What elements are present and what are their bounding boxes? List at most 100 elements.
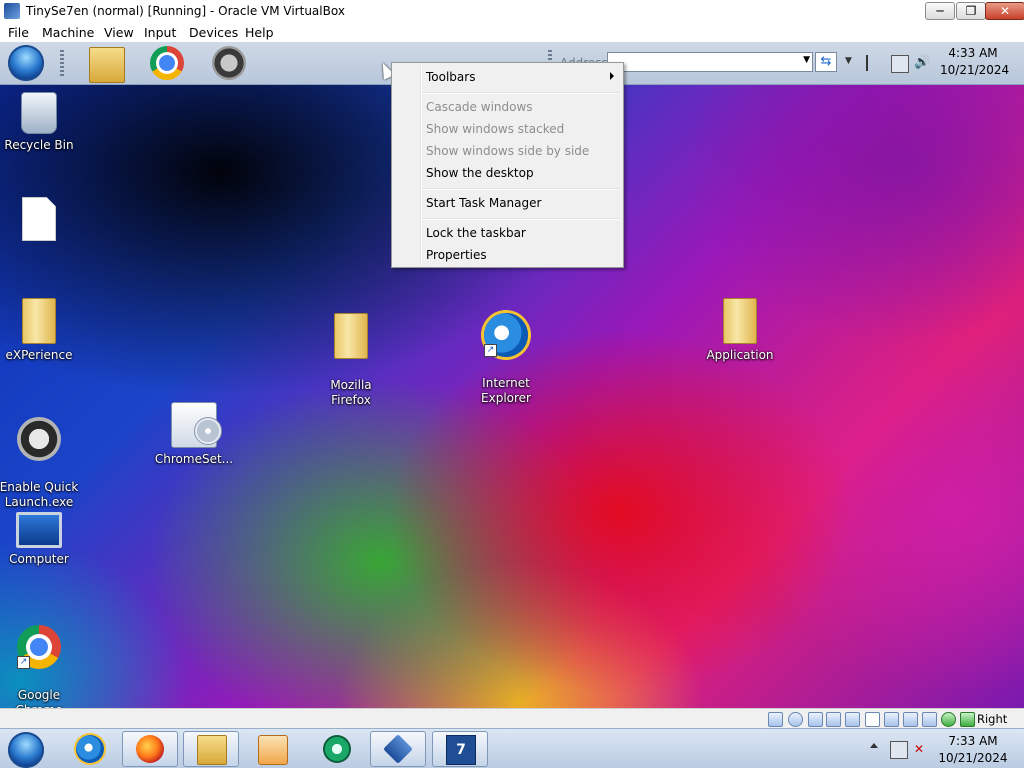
folder-icon[interactable]: [89, 47, 125, 83]
desktop-icon-google-chrome[interactable]: ↗ Google Chrome: [0, 610, 84, 708]
go-button[interactable]: ⇆: [815, 52, 837, 72]
taskbar-button-virtualbox[interactable]: [370, 731, 426, 767]
menu-item-show-windows-stacked[interactable]: Show windows stacked: [426, 122, 564, 136]
taskbar-button-explorer[interactable]: [183, 731, 239, 767]
menu-item-properties[interactable]: Properties: [426, 248, 487, 262]
firefox-icon: [136, 735, 164, 763]
chrome-icon[interactable]: [150, 46, 184, 80]
host-clock[interactable]: 7:33 AM 10/21/2024: [938, 733, 1008, 767]
toolbar-grip[interactable]: [60, 50, 64, 76]
maximize-button[interactable]: ❐: [956, 2, 986, 20]
mouse-integration-icon[interactable]: [941, 712, 956, 727]
menu-item-toolbars[interactable]: Toolbars: [426, 70, 475, 84]
hard-disk-icon[interactable]: [768, 712, 783, 727]
taskbar-button-seven[interactable]: 7: [432, 731, 488, 767]
desktop-icon-chromesetup[interactable]: ChromeSet...: [149, 402, 239, 467]
menu-separator: [422, 188, 620, 190]
internet-explorer-icon: [76, 735, 104, 763]
desktop-icon-experience[interactable]: eXPerience: [0, 298, 84, 363]
menu-separator: [422, 92, 620, 94]
video-capture-icon[interactable]: [903, 712, 918, 727]
menu-gutter: [420, 65, 422, 265]
host-clock-date: 10/21/2024: [938, 751, 1008, 765]
menu-item-start-task-manager[interactable]: Start Task Manager: [426, 196, 541, 210]
optical-drive-icon[interactable]: [788, 712, 803, 727]
menu-file[interactable]: File: [8, 25, 29, 40]
menu-item-cascade-windows[interactable]: Cascade windows: [426, 100, 533, 114]
host-menu-bar: File Machine View Input Devices Help: [0, 22, 1024, 42]
folder-icon: [197, 735, 227, 765]
desktop-icon-label: Google Chrome: [15, 688, 62, 708]
window-title: TinySe7en (normal) [Running] - Oracle VM…: [26, 4, 345, 18]
menu-separator: [422, 218, 620, 220]
menu-input[interactable]: Input: [144, 25, 176, 40]
menu-item-show-windows-side-by-side[interactable]: Show windows side by side: [426, 144, 589, 158]
installer-icon: [171, 402, 222, 448]
folder-icon: [723, 298, 757, 344]
network-adapter-icon[interactable]: [826, 712, 841, 727]
green-app-icon: [323, 735, 351, 763]
chrome-icon: ↗: [17, 625, 61, 669]
desktop-icon-label: Recycle Bin: [4, 138, 74, 152]
minimize-button[interactable]: ─: [925, 2, 955, 20]
menu-view[interactable]: View: [104, 25, 134, 40]
network-icon[interactable]: [891, 55, 909, 73]
menu-help[interactable]: Help: [245, 25, 274, 40]
volume-icon[interactable]: 🔊: [914, 55, 930, 71]
host-taskbar[interactable]: 7 ✕ 7:33 AM 10/21/2024: [0, 728, 1024, 768]
display-icon[interactable]: [884, 712, 899, 727]
start-orb-icon[interactable]: [8, 45, 44, 81]
taskbar-button-firefox[interactable]: [122, 731, 178, 767]
volume-muted-icon[interactable]: ✕: [914, 741, 930, 757]
taskbar-button-green-app[interactable]: [309, 731, 365, 767]
network-icon[interactable]: [890, 741, 908, 759]
usb-icon[interactable]: [845, 712, 860, 727]
menu-item-lock-the-taskbar[interactable]: Lock the taskbar: [426, 226, 526, 240]
close-button[interactable]: ✕: [985, 2, 1024, 20]
seven-app-icon: 7: [446, 735, 476, 765]
show-hidden-icons-icon[interactable]: [870, 743, 878, 748]
desktop-icon-mozilla-firefox[interactable]: Mozilla Firefox: [306, 298, 396, 423]
vbox-status-bar: Right Ctrl: [0, 708, 1024, 740]
desktop-icon-recycle-bin[interactable]: Recycle Bin: [0, 92, 84, 153]
desktop-icon-computer[interactable]: Computer: [0, 506, 84, 567]
desktop-icon-label: Application: [706, 348, 774, 362]
guest-clock[interactable]: 4:33 AM 10/21/2024: [940, 45, 1010, 79]
host-clock-time: 7:33 AM: [948, 734, 998, 748]
taskbar-button-ie[interactable]: [62, 731, 118, 767]
blank-file-icon: [22, 197, 56, 241]
guest-clock-time: 4:33 AM: [948, 46, 998, 60]
desktop-icon-application[interactable]: Application: [695, 298, 785, 363]
aimp-icon[interactable]: [212, 46, 246, 80]
toolbar-chevron-icon[interactable]: ▼: [845, 56, 852, 66]
desktop-icon-file[interactable]: [0, 197, 84, 245]
address-input[interactable]: ▼: [607, 52, 813, 72]
recycle-bin-icon: [21, 92, 57, 134]
shortcut-arrow-icon: ↗: [17, 656, 30, 669]
media-player-icon: [258, 735, 288, 765]
desktop-icon-internet-explorer[interactable]: ↗ Internet Explorer: [461, 298, 551, 421]
desktop-icon-label: Internet Explorer: [481, 376, 531, 405]
menu-machine[interactable]: Machine: [42, 25, 94, 40]
submenu-arrow-icon: [610, 72, 614, 80]
keyboard-capture-icon[interactable]: [960, 712, 975, 727]
host-title-bar[interactable]: TinySe7en (normal) [Running] - Oracle VM…: [0, 0, 1024, 23]
menu-item-show-the-desktop[interactable]: Show the desktop: [426, 166, 534, 180]
host-start-orb-icon[interactable]: [8, 732, 44, 768]
audio-icon[interactable]: [808, 712, 823, 727]
folder-icon: [334, 313, 368, 359]
desktop-icon-label: Mozilla Firefox: [330, 378, 372, 407]
chevron-down-icon[interactable]: ▼: [803, 55, 810, 65]
folder-icon: [22, 298, 56, 344]
desktop-icon-label: Computer: [9, 552, 69, 566]
taskbar-context-menu: Toolbars Cascade windows Show windows st…: [391, 62, 624, 268]
shared-folder-icon[interactable]: [865, 712, 880, 727]
taskbar-button-media[interactable]: [244, 731, 300, 767]
guest-clock-date: 10/21/2024: [940, 63, 1010, 77]
menu-devices[interactable]: Devices: [189, 25, 238, 40]
flag-icon[interactable]: [866, 55, 884, 71]
shortcut-arrow-icon: ↗: [484, 344, 497, 357]
desktop-icon-label: ChromeSet...: [154, 452, 234, 466]
virtualbox-icon: [4, 3, 20, 19]
vt-x-icon[interactable]: [922, 712, 937, 727]
